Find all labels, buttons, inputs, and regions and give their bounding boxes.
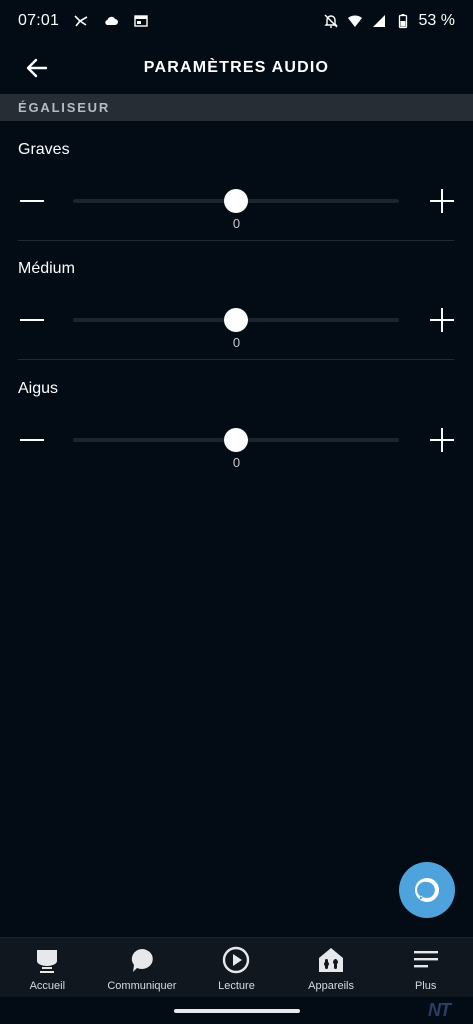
eq-band-medium: Médium 0 — [0, 240, 473, 360]
slider-value: 0 — [232, 455, 241, 470]
alexa-icon — [415, 878, 439, 902]
medium-slider[interactable] — [73, 308, 399, 332]
status-left: 07:01 — [18, 12, 149, 30]
status-right: 53 % — [323, 12, 455, 30]
bottom-navigation: Accueil Communiquer Lecture Appareils Pl… — [0, 937, 473, 997]
eq-band-label: Médium — [18, 260, 75, 277]
battery-percent: 53 % — [418, 12, 455, 29]
plus-icon[interactable] — [428, 187, 456, 215]
plus-icon[interactable] — [428, 306, 456, 334]
status-time: 07:01 — [18, 12, 60, 29]
nav-item-communiquer[interactable]: Communiquer — [95, 938, 190, 997]
minus-icon[interactable] — [18, 426, 46, 454]
equalizer-section-header: ÉGALISEUR — [0, 94, 473, 121]
gesture-bar[interactable] — [174, 1009, 300, 1013]
eq-band-aigus: Aigus 0 — [0, 360, 473, 480]
slider-thumb[interactable] — [224, 189, 248, 213]
bell-off-icon — [323, 14, 338, 28]
graves-slider[interactable] — [73, 189, 399, 213]
smart-home-icon — [317, 946, 345, 974]
eq-band-graves: Graves 0 — [0, 121, 473, 241]
slider-thumb[interactable] — [224, 308, 248, 332]
nav-item-accueil[interactable]: Accueil — [0, 938, 95, 997]
nav-item-lecture[interactable]: Lecture — [189, 938, 284, 997]
nav-label: Appareils — [308, 980, 354, 992]
fox-icon — [74, 15, 88, 27]
app-header: PARAMÈTRES AUDIO — [0, 44, 473, 92]
page-title: PARAMÈTRES AUDIO — [143, 59, 330, 76]
watermark: NT — [428, 1000, 451, 1020]
minus-icon[interactable] — [18, 306, 46, 334]
menu-lines-icon — [412, 946, 440, 974]
slider-value: 0 — [232, 335, 241, 350]
nav-label: Accueil — [29, 980, 66, 992]
battery-icon — [398, 14, 407, 29]
aigus-slider[interactable] — [73, 428, 399, 452]
status-bar: 07:01 53 % — [0, 0, 473, 42]
slider-value: 0 — [232, 216, 241, 231]
plus-icon[interactable] — [428, 426, 456, 454]
home-icon — [33, 946, 61, 974]
section-title: ÉGALISEUR — [18, 100, 111, 115]
nav-item-plus[interactable]: Plus — [378, 938, 473, 997]
nav-item-appareils[interactable]: Appareils — [284, 938, 379, 997]
cloud-icon — [105, 16, 119, 25]
arrow-left-icon — [26, 58, 48, 78]
minus-icon[interactable] — [18, 187, 46, 215]
back-button[interactable] — [22, 54, 52, 82]
chat-bubble-icon — [128, 946, 156, 974]
signal-icon — [372, 15, 385, 27]
browser-window-icon — [134, 15, 148, 27]
alexa-button[interactable] — [399, 862, 455, 918]
eq-band-label: Aigus — [18, 380, 59, 397]
nav-label: Lecture — [218, 980, 255, 992]
wifi-icon — [347, 15, 362, 27]
play-circle-icon — [222, 946, 250, 974]
nav-label: Plus — [414, 980, 437, 992]
nav-label: Communiquer — [107, 980, 177, 992]
gesture-area — [0, 997, 473, 1024]
slider-thumb[interactable] — [224, 428, 248, 452]
eq-band-label: Graves — [18, 141, 70, 158]
